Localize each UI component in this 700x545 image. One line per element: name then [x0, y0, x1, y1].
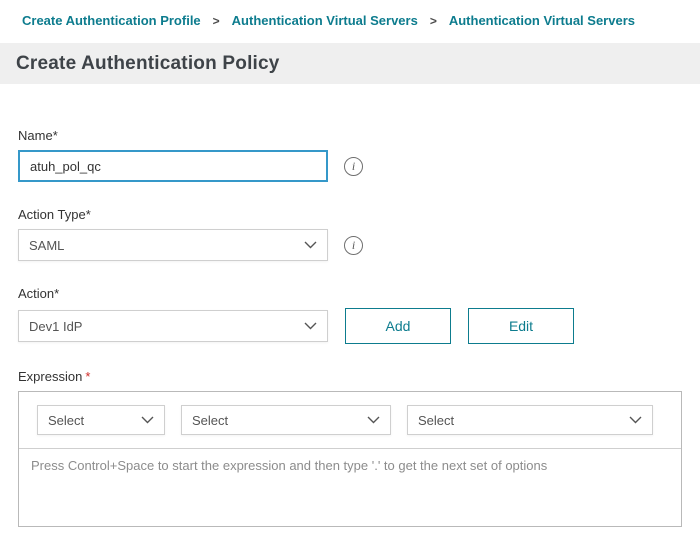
chevron-down-icon — [304, 241, 317, 249]
breadcrumb-link-create-authentication-profile[interactable]: Create Authentication Profile — [22, 13, 201, 28]
edit-button[interactable]: Edit — [468, 308, 574, 344]
expression-select-1-value: Select — [48, 413, 84, 428]
expression-select-row: Select Select Select — [19, 392, 681, 448]
action-label: Action* — [18, 286, 700, 301]
expression-select-1[interactable]: Select — [37, 405, 165, 435]
expression-editor: Select Select Select — [18, 391, 682, 527]
expression-select-2-value: Select — [192, 413, 228, 428]
action-type-label-text: Action Type — [18, 207, 86, 222]
breadcrumb: Create Authentication Profile > Authenti… — [0, 0, 700, 28]
action-label-text: Action — [18, 286, 54, 301]
chevron-down-icon — [141, 416, 154, 424]
breadcrumb-separator: > — [213, 14, 220, 28]
action-select[interactable]: Dev1 IdP — [18, 310, 328, 342]
action-field: Action* Dev1 IdP Add Edit — [18, 286, 700, 344]
name-label: Name* — [18, 128, 700, 143]
expression-label: Expression* — [18, 369, 700, 384]
action-type-select[interactable]: SAML — [18, 229, 328, 261]
name-field: Name* i — [18, 128, 700, 182]
expression-field: Expression* Select Select Select — [18, 369, 700, 527]
chevron-down-icon — [304, 322, 317, 330]
info-icon[interactable]: i — [344, 157, 363, 176]
chevron-down-icon — [367, 416, 380, 424]
action-type-field: Action Type* SAML i — [18, 207, 700, 261]
breadcrumb-separator: > — [430, 14, 437, 28]
action-required-mark: * — [54, 286, 59, 301]
page-header: Create Authentication Policy — [0, 43, 700, 84]
breadcrumb-link-authentication-virtual-server[interactable]: Authentication Virtual Servers — [449, 13, 635, 28]
action-type-label: Action Type* — [18, 207, 700, 222]
create-authentication-policy-form: Name* i Action Type* SAML i Action* Dev1… — [0, 84, 700, 527]
name-input[interactable] — [18, 150, 328, 182]
info-icon[interactable]: i — [344, 236, 363, 255]
expression-select-3-value: Select — [418, 413, 454, 428]
action-type-required-mark: * — [86, 207, 91, 222]
expression-required-mark: * — [85, 369, 90, 384]
expression-select-3[interactable]: Select — [407, 405, 653, 435]
action-selected-value: Dev1 IdP — [29, 319, 82, 334]
expression-input[interactable]: Press Control+Space to start the express… — [19, 448, 681, 526]
name-label-text: Name — [18, 128, 53, 143]
expression-select-2[interactable]: Select — [181, 405, 391, 435]
breadcrumb-link-authentication-virtual-servers[interactable]: Authentication Virtual Servers — [232, 13, 418, 28]
name-required-mark: * — [53, 128, 58, 143]
expression-placeholder: Press Control+Space to start the express… — [31, 458, 547, 473]
action-type-selected-value: SAML — [29, 238, 64, 253]
page-title: Create Authentication Policy — [16, 53, 280, 75]
add-button[interactable]: Add — [345, 308, 451, 344]
expression-label-text: Expression — [18, 369, 82, 384]
chevron-down-icon — [629, 416, 642, 424]
